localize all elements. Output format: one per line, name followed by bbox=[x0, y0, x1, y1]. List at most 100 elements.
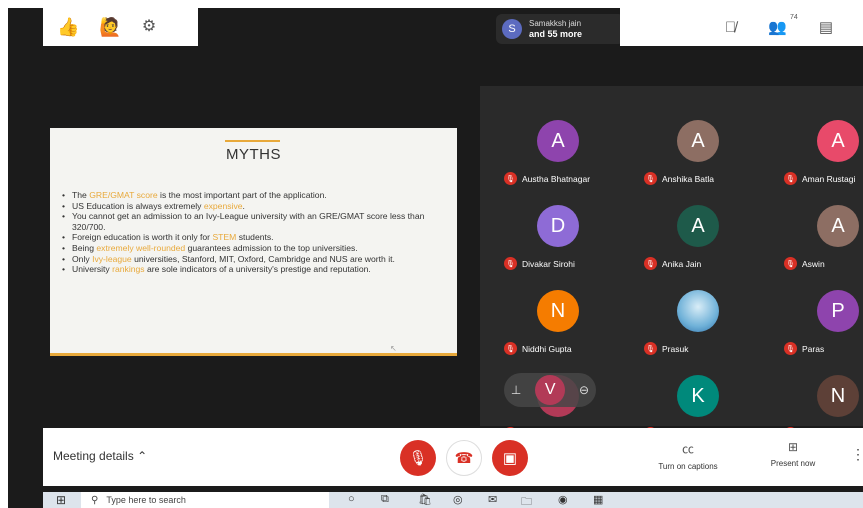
present-now-button[interactable]: ⊞ Present now bbox=[758, 440, 828, 468]
slide-bullets: The GRE/GMAT score is the most important… bbox=[62, 190, 442, 275]
slide-highlight: STEM bbox=[212, 232, 237, 243]
participant-name: Anika Jain bbox=[662, 258, 702, 269]
participant-name: Austha Bhatnagar bbox=[522, 173, 591, 184]
mic-muted-icon: 🎙 bbox=[504, 172, 517, 185]
slide-text: Foreign education is worth it only for bbox=[72, 232, 213, 243]
participant-name: Divakar Sirohi bbox=[522, 258, 575, 269]
thumbs-up-icon[interactable]: 👍 bbox=[57, 18, 79, 36]
mail-icon[interactable]: ✉ bbox=[488, 493, 497, 506]
tile-hover-tools: ⊥ V ⊖ bbox=[504, 373, 596, 407]
captions-icon: ㏄ bbox=[681, 442, 694, 456]
participant-tile[interactable]: A 🎙 Aman Rustagi bbox=[774, 106, 863, 191]
slide-text: Only bbox=[72, 253, 93, 264]
participant-tile[interactable]: N 🎙 Niddhi Gupta bbox=[494, 276, 622, 361]
participant-grid: A 🎙 Austha Bhatnagar A 🎙 Anshika Batla A 🎙 Aman … bbox=[480, 86, 863, 440]
participant-avatar: N bbox=[817, 375, 859, 417]
taskbar: ⊞ ⚲ Type here to search ○ ⧉ 🛍 ◎ ✉ 🗀 ◉ ▦ bbox=[43, 492, 863, 508]
mic-toggle-button[interactable]: 🎙 bbox=[400, 440, 436, 476]
cortana-icon[interactable]: ○ bbox=[348, 493, 355, 505]
slide-text: Being bbox=[72, 242, 97, 253]
slide-highlight: expensive bbox=[203, 200, 243, 211]
chrome-icon[interactable]: ◉ bbox=[558, 493, 568, 506]
chevron-up-icon: ⌃ bbox=[137, 449, 148, 463]
participant-name-row: 🎙 Paras bbox=[784, 342, 824, 355]
slide-highlight: Ivy-league bbox=[92, 253, 132, 264]
gear-icon[interactable]: ⚙ bbox=[142, 19, 156, 35]
task-view-icon[interactable]: ⧉ bbox=[381, 493, 389, 506]
participant-tile[interactable]: P 🎙 Paras bbox=[774, 276, 863, 361]
slide-text: are sole indicators of a university's pr… bbox=[144, 264, 371, 275]
slide-text: students. bbox=[236, 232, 274, 243]
slide-text: The bbox=[72, 190, 90, 200]
raised-hand-face-icon[interactable]: 🙋 bbox=[99, 18, 121, 36]
participant-name: Anshika Batla bbox=[662, 173, 714, 184]
captions-button[interactable]: ㏄ Turn on captions bbox=[648, 440, 728, 471]
slide-text: US Education is always extremely bbox=[72, 200, 204, 211]
participant-tile[interactable]: 🎙 Prasuk bbox=[634, 276, 762, 361]
slide-highlight: GRE/GMAT score bbox=[89, 190, 158, 200]
pin-icon[interactable]: ⊥ bbox=[511, 383, 521, 397]
slide-title-rule bbox=[225, 140, 280, 142]
camera-toggle-button[interactable]: ▣ bbox=[492, 440, 528, 476]
mic-off-icon[interactable]: 🎙̸ bbox=[725, 19, 736, 36]
slide-highlight: rankings bbox=[112, 264, 145, 275]
participant-name-row: 🎙 Austha Bhatnagar bbox=[504, 172, 590, 185]
camera-off-icon: ▣ bbox=[502, 450, 518, 467]
participant-avatar bbox=[677, 290, 719, 332]
participant-avatar: A bbox=[817, 120, 859, 162]
search-icon: ⚲ bbox=[91, 494, 99, 506]
mic-muted-icon: 🎙 bbox=[784, 172, 797, 185]
participant-name: Aswin bbox=[802, 258, 825, 269]
slide-bullet: University rankings are sole indicators … bbox=[62, 264, 442, 275]
slide-bullet: You cannot get an admission to an Ivy-Le… bbox=[62, 211, 442, 232]
tile-avatar-button[interactable]: V bbox=[535, 375, 566, 405]
bottom-bar: Meeting details ⌃ 🎙 ☎ ▣ ㏄ Turn on captio… bbox=[43, 428, 863, 486]
reaction-bar: 👍 🙋 ⚙ bbox=[43, 8, 198, 46]
edge-icon[interactable]: ◎ bbox=[453, 493, 463, 506]
participant-name: Niddhi Gupta bbox=[522, 343, 572, 354]
participant-tile[interactable]: A 🎙 Austha Bhatnagar bbox=[494, 106, 622, 191]
leave-call-button[interactable]: ☎ bbox=[446, 440, 482, 476]
mic-muted-icon: 🎙 bbox=[784, 257, 797, 270]
store-icon[interactable]: 🛍 bbox=[418, 493, 432, 506]
mic-muted-icon: 🎙 bbox=[644, 172, 657, 185]
presenter-chip[interactable]: S Samakksh jain and 55 more bbox=[496, 14, 624, 44]
mic-muted-icon: 🎙 bbox=[504, 342, 517, 355]
participant-tile[interactable]: A 🎙 Aswin bbox=[774, 191, 863, 276]
meeting-details-label: Meeting details bbox=[53, 449, 134, 463]
mic-off-icon: 🎙 bbox=[408, 450, 428, 467]
mic-muted-icon: 🎙 bbox=[504, 257, 517, 270]
file-explorer-icon[interactable]: 🗀 bbox=[521, 493, 532, 508]
participant-avatar: A bbox=[677, 120, 719, 162]
presenter-more: and 55 more bbox=[529, 29, 583, 39]
mic-muted-icon: 🎙 bbox=[784, 342, 797, 355]
top-right-toolbar: 🎙̸ 👥 74 ▤ bbox=[620, 8, 863, 46]
screen: 👍 🙋 ⚙ S Samakksh jain and 55 more ▦ 🎙̸ 👥… bbox=[8, 8, 863, 508]
remove-icon[interactable]: ⊖ bbox=[579, 383, 589, 397]
meeting-details-button[interactable]: Meeting details ⌃ bbox=[53, 449, 147, 463]
present-icon: ⊞ bbox=[787, 440, 799, 454]
participant-name: Aman Rustagi bbox=[802, 173, 856, 184]
participant-tile[interactable]: D 🎙 Divakar Sirohi bbox=[494, 191, 622, 276]
people-icon[interactable]: 👥 74 bbox=[768, 14, 798, 36]
participant-avatar: P bbox=[817, 290, 859, 332]
slide-text: University bbox=[72, 264, 113, 275]
participants-count: 74 bbox=[790, 14, 798, 21]
participant-name-row: 🎙 Prasuk bbox=[644, 342, 688, 355]
slide-text: . bbox=[242, 200, 245, 211]
slide-text: is the most important part of the applic… bbox=[157, 190, 327, 200]
participant-avatar: A bbox=[677, 205, 719, 247]
slide-bullet: Being extremely well-rounded guarantees … bbox=[62, 243, 442, 254]
participant-name-row: 🎙 Aman Rustagi bbox=[784, 172, 855, 185]
chat-icon[interactable]: ▤ bbox=[819, 18, 833, 36]
more-options-icon[interactable]: ⋮ bbox=[851, 446, 863, 463]
participant-tile[interactable]: A 🎙 Anika Jain bbox=[634, 191, 762, 276]
participant-tile[interactable]: A 🎙 Anshika Batla bbox=[634, 106, 762, 191]
taskbar-search[interactable]: ⚲ Type here to search bbox=[81, 492, 329, 508]
slide-bullet: The GRE/GMAT score is the most important… bbox=[62, 190, 442, 201]
participant-name-row: 🎙 Anika Jain bbox=[644, 257, 701, 270]
app-icon[interactable]: ▦ bbox=[593, 493, 603, 506]
windows-start-icon[interactable]: ⊞ bbox=[56, 493, 66, 507]
participant-name-row: 🎙 Anshika Batla bbox=[644, 172, 714, 185]
slide-bullet: Foreign education is worth it only for S… bbox=[62, 232, 442, 243]
